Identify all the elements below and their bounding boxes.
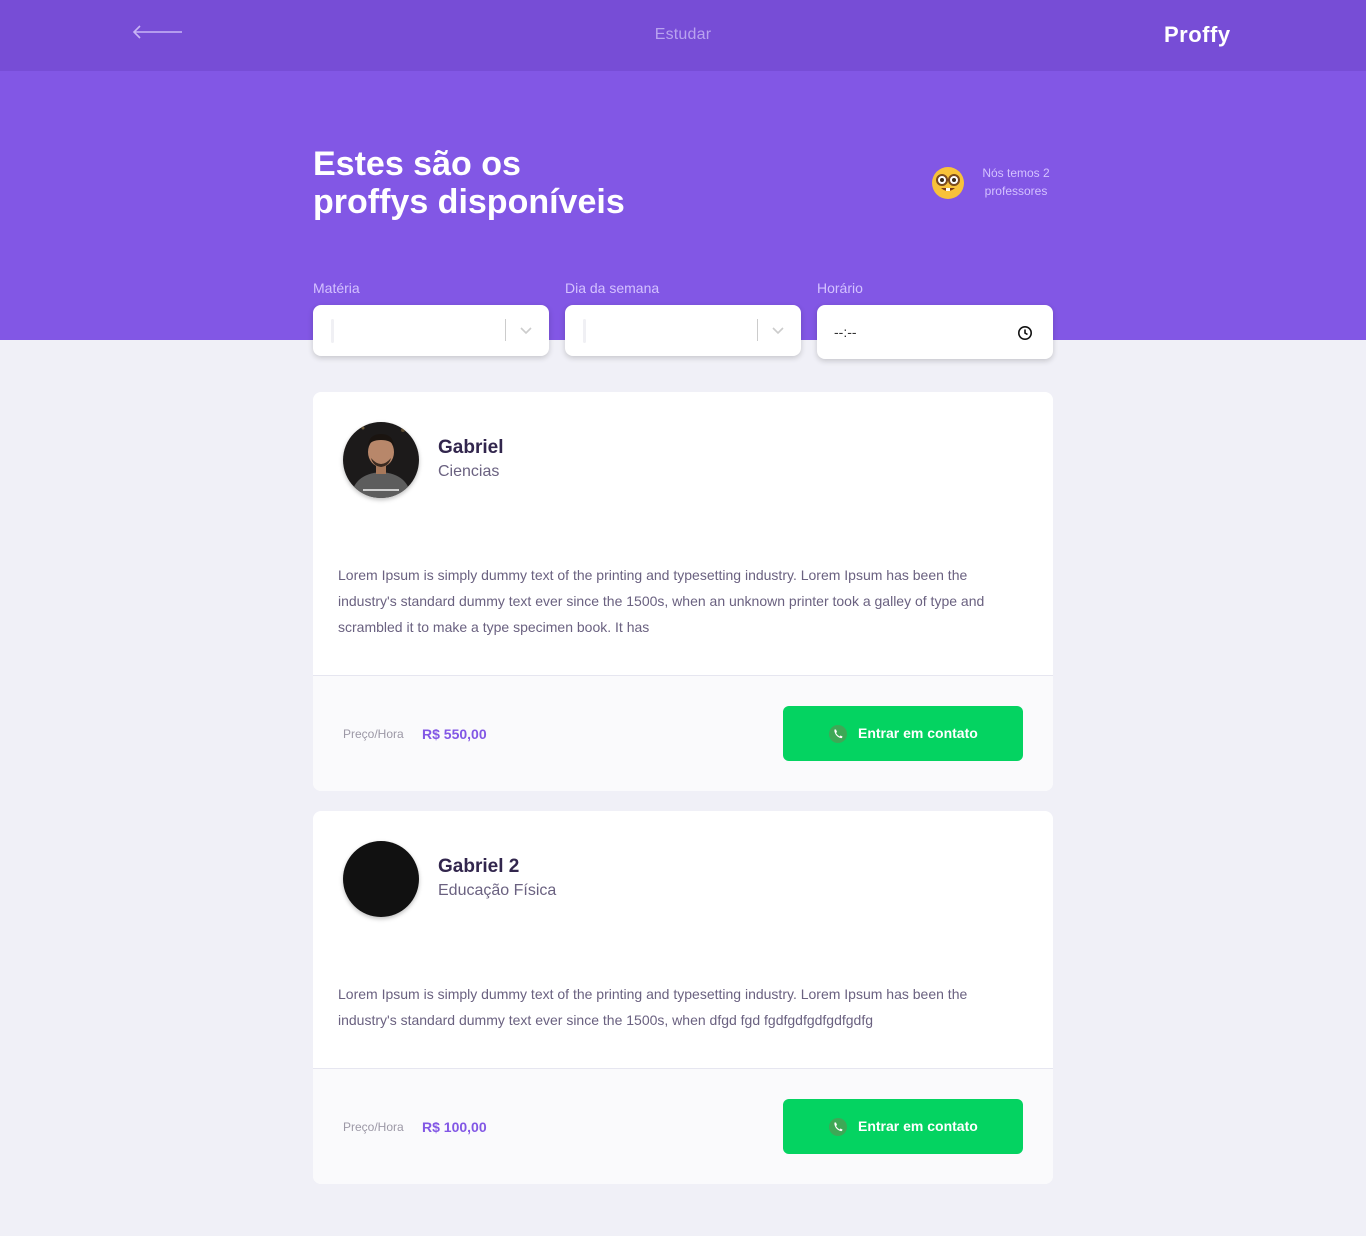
chevron-down-icon [772, 327, 784, 335]
teacher-card: Gabriel Ciencias Lorem Ipsum is simply d… [313, 392, 1053, 791]
hero-title-line2: proffys disponíveis [313, 183, 625, 221]
select-separator [505, 319, 506, 341]
price-label: Preço/Hora [343, 727, 404, 741]
top-bar: Estudar Proffy [0, 0, 1366, 71]
teacher-bio: Lorem Ipsum is simply dummy text of the … [338, 986, 968, 1028]
price-value: R$ 100,00 [422, 1119, 487, 1135]
teacher-name: Gabriel 2 [438, 856, 520, 877]
contact-button[interactable]: Entrar em contato [783, 1099, 1023, 1154]
proffy-logo: Proffy [1164, 22, 1231, 47]
teacher-count: Nós temos 2 professores [972, 164, 1060, 200]
clock-icon[interactable] [1017, 325, 1033, 341]
teacher-count-line2: professores [984, 184, 1048, 198]
teacher-card: Gabriel 2 Educação Física Lorem Ipsum is… [313, 811, 1053, 1184]
avatar [343, 422, 419, 498]
teacher-subject: Ciencias [438, 463, 500, 480]
contact-button[interactable]: Entrar em contato [783, 706, 1023, 761]
weekday-label: Dia da semana [565, 280, 660, 296]
chevron-down-icon [520, 327, 532, 335]
page-title: Estudar [654, 26, 712, 43]
hero-title: Estes são os proffys disponíveis [313, 145, 733, 221]
price-label: Preço/Hora [343, 1120, 404, 1134]
subject-label: Matéria [313, 280, 360, 296]
contact-button-label: Entrar em contato [858, 1118, 978, 1134]
nerd-face-emoji-icon [932, 167, 964, 199]
select-separator [757, 319, 758, 341]
contact-button-label: Entrar em contato [858, 725, 978, 741]
teacher-bio: Lorem Ipsum is simply dummy text of the … [338, 567, 985, 635]
teacher-subject: Educação Física [438, 882, 557, 899]
card-footer: Preço/Hora R$ 550,00 Entrar em contato [313, 675, 1053, 791]
time-input[interactable]: --:-- [817, 305, 1053, 359]
time-label: Horário [817, 280, 863, 296]
select-cursor [583, 319, 586, 343]
teacher-name: Gabriel [438, 437, 504, 458]
avatar-photo [343, 422, 419, 498]
avatar [343, 841, 419, 917]
price-value: R$ 550,00 [422, 726, 487, 742]
select-cursor [331, 319, 334, 343]
whatsapp-icon [829, 725, 847, 743]
card-footer: Preço/Hora R$ 100,00 Entrar em contato [313, 1068, 1053, 1184]
whatsapp-icon [829, 1118, 847, 1136]
teacher-count-line1: Nós temos 2 [982, 166, 1050, 180]
weekday-select[interactable] [565, 305, 801, 356]
hero-title-line1: Estes são os [313, 145, 521, 183]
subject-select[interactable] [313, 305, 549, 356]
time-input-value: --:-- [834, 324, 857, 340]
